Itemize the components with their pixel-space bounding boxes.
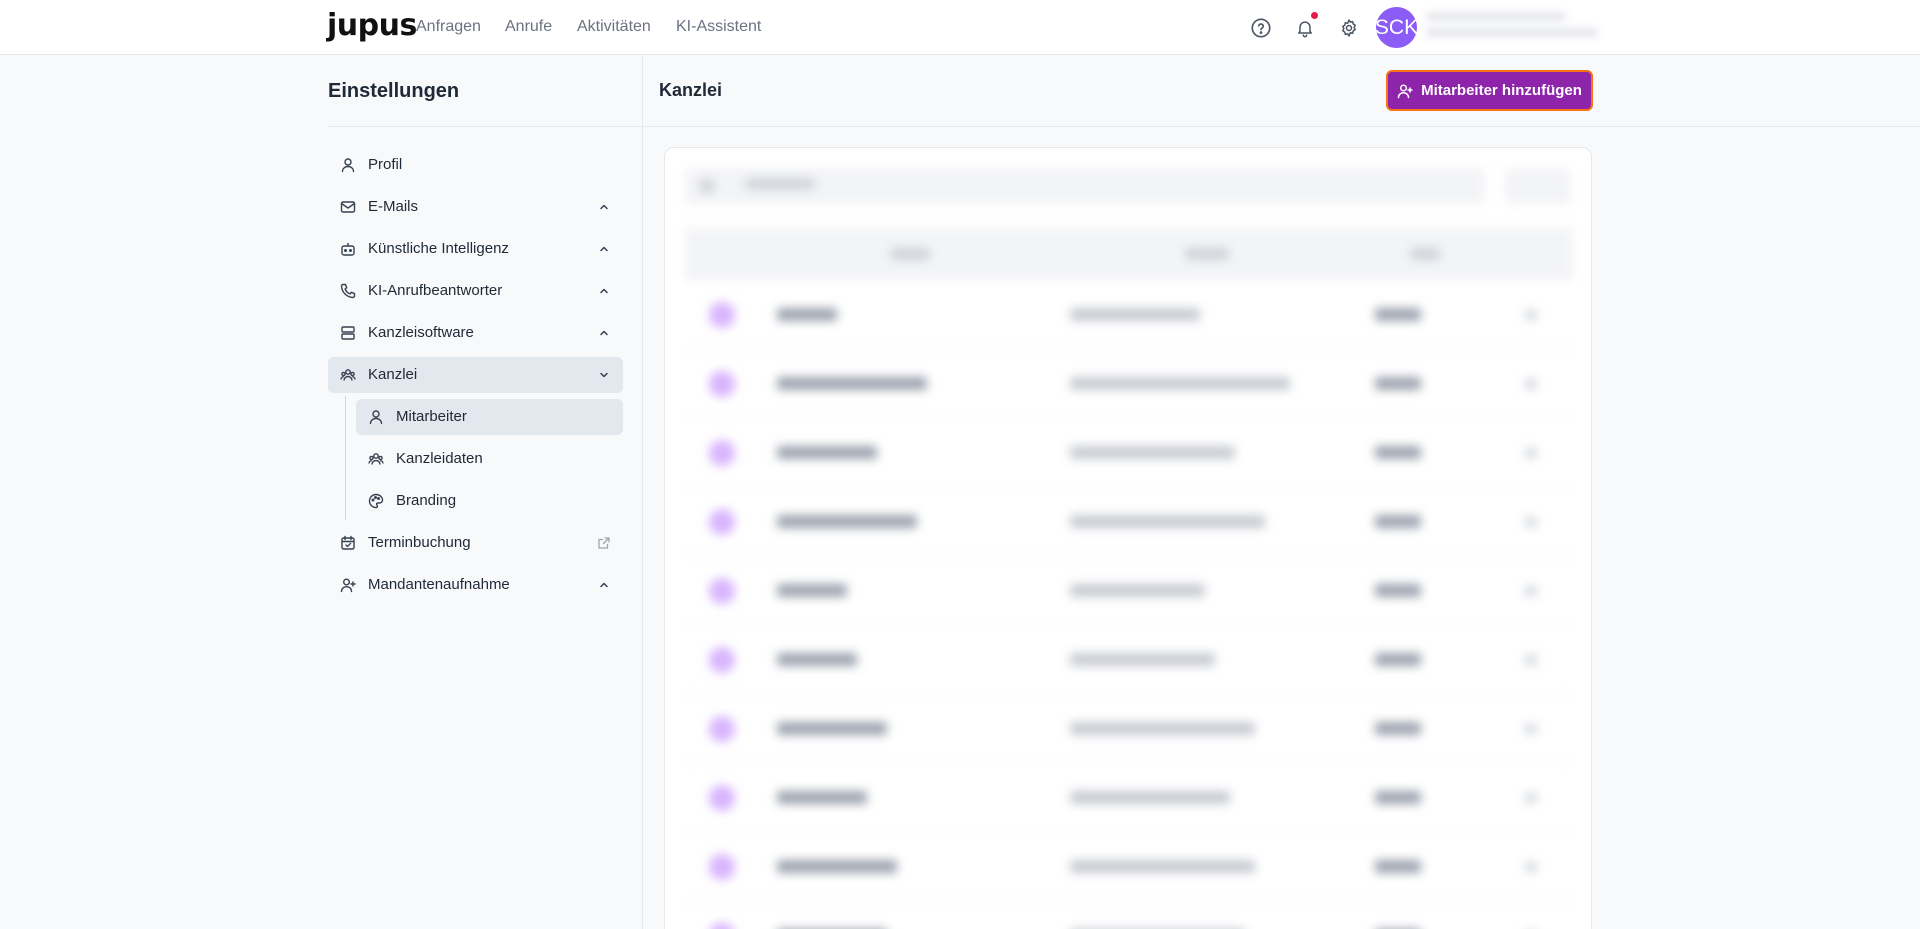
user-plus-icon <box>1397 83 1413 98</box>
chevron-up-icon <box>597 578 611 592</box>
submenu-line <box>345 396 346 520</box>
bot-icon <box>340 241 356 257</box>
divider <box>644 126 1920 127</box>
nav-aktivitaeten[interactable]: Aktivitäten <box>577 18 651 36</box>
sidebar-item-label: Profil <box>368 156 403 173</box>
building-icon <box>368 451 384 467</box>
nav-ki-assistent[interactable]: KI-Assistent <box>676 18 761 36</box>
gear-icon[interactable] <box>1337 16 1361 40</box>
sidebar-item-label: Kanzlei <box>368 366 418 383</box>
filter-select[interactable] <box>1505 168 1571 204</box>
table-row[interactable] <box>685 832 1573 901</box>
nav-anfragen[interactable]: Anfragen <box>416 18 481 36</box>
sidebar-item-label: E-Mails <box>368 198 419 215</box>
sidebar-item-label: Mandantenaufnahme <box>368 576 510 593</box>
add-employee-label: Mitarbeiter hinzufügen <box>1421 82 1582 99</box>
mail-icon <box>340 199 356 215</box>
sidebar-subitem-branding[interactable]: Branding <box>356 483 623 519</box>
top-navigation: jupus Anfragen Anrufe Aktivitäten KI-Ass… <box>0 0 1920 55</box>
chevron-down-icon <box>597 368 611 382</box>
user-info-redacted[interactable] <box>1426 12 1598 46</box>
building-icon <box>340 367 356 383</box>
redacted-employee-table <box>665 148 1591 929</box>
bell-icon[interactable] <box>1293 16 1317 40</box>
avatar[interactable]: SCK <box>1375 7 1418 48</box>
nav-anrufe[interactable]: Anrufe <box>505 18 552 36</box>
search-icon <box>699 178 715 194</box>
external-link-icon <box>597 536 611 550</box>
calendar-icon <box>340 535 356 551</box>
phone-icon <box>340 283 356 299</box>
sidebar-item-profil[interactable]: Profil <box>328 147 623 183</box>
table-row[interactable] <box>685 487 1573 556</box>
sidebar-item-emails[interactable]: E-Mails <box>328 189 623 225</box>
sidebar-item-label: Künstliche Intelligenz <box>368 240 509 257</box>
table-row[interactable] <box>685 901 1573 929</box>
sidebar-subitem-kanzleidaten[interactable]: Kanzleidaten <box>356 441 623 477</box>
add-employee-button[interactable]: Mitarbeiter hinzufügen <box>1386 70 1593 111</box>
server-icon <box>340 325 356 341</box>
sidebar-item-terminbuchung[interactable]: Terminbuchung <box>328 525 623 561</box>
user-icon <box>340 157 356 173</box>
search-input[interactable] <box>685 168 1485 204</box>
sidebar-item-label: Kanzleisoftware <box>368 324 474 341</box>
help-icon[interactable] <box>1249 16 1273 40</box>
logo[interactable]: jupus <box>327 8 417 43</box>
notification-badge <box>1311 12 1318 19</box>
sidebar-item-mandantenaufnahme[interactable]: Mandantenaufnahme <box>328 567 623 603</box>
sidebar-item-label: KI-Anrufbeantworter <box>368 282 503 299</box>
chevron-up-icon <box>597 200 611 214</box>
sidebar-item-kuenstliche-intelligenz[interactable]: Künstliche Intelligenz <box>328 231 623 267</box>
sidebar-subitem-mitarbeiter[interactable]: Mitarbeiter <box>356 399 623 435</box>
page-title: Kanzlei <box>659 80 723 100</box>
table-row[interactable] <box>685 763 1573 832</box>
table-row[interactable] <box>685 694 1573 763</box>
table-row[interactable] <box>685 280 1573 349</box>
table-header <box>685 228 1573 280</box>
sidebar-item-kanzlei[interactable]: Kanzlei <box>328 357 623 393</box>
sidebar-item-ki-anrufbeantworter[interactable]: KI-Anrufbeantworter <box>328 273 623 309</box>
user-icon <box>368 409 384 425</box>
palette-icon <box>368 493 384 509</box>
employee-table-card <box>664 147 1592 929</box>
chevron-up-icon <box>597 326 611 340</box>
table-row[interactable] <box>685 625 1573 694</box>
table-row[interactable] <box>685 556 1573 625</box>
user-plus-icon <box>340 577 356 593</box>
table-row[interactable] <box>685 418 1573 487</box>
sidebar-item-label: Terminbuchung <box>368 534 471 551</box>
table-row[interactable] <box>685 349 1573 418</box>
chevron-up-icon <box>597 284 611 298</box>
sidebar-subitem-label: Mitarbeiter <box>396 408 467 425</box>
sidebar-subitem-label: Branding <box>396 492 457 509</box>
divider <box>328 126 643 127</box>
sidebar-title: Einstellungen <box>328 80 460 102</box>
chevron-up-icon <box>597 242 611 256</box>
sidebar-item-kanzleisoftware[interactable]: Kanzleisoftware <box>328 315 623 351</box>
sidebar-subitem-label: Kanzleidaten <box>396 450 483 467</box>
